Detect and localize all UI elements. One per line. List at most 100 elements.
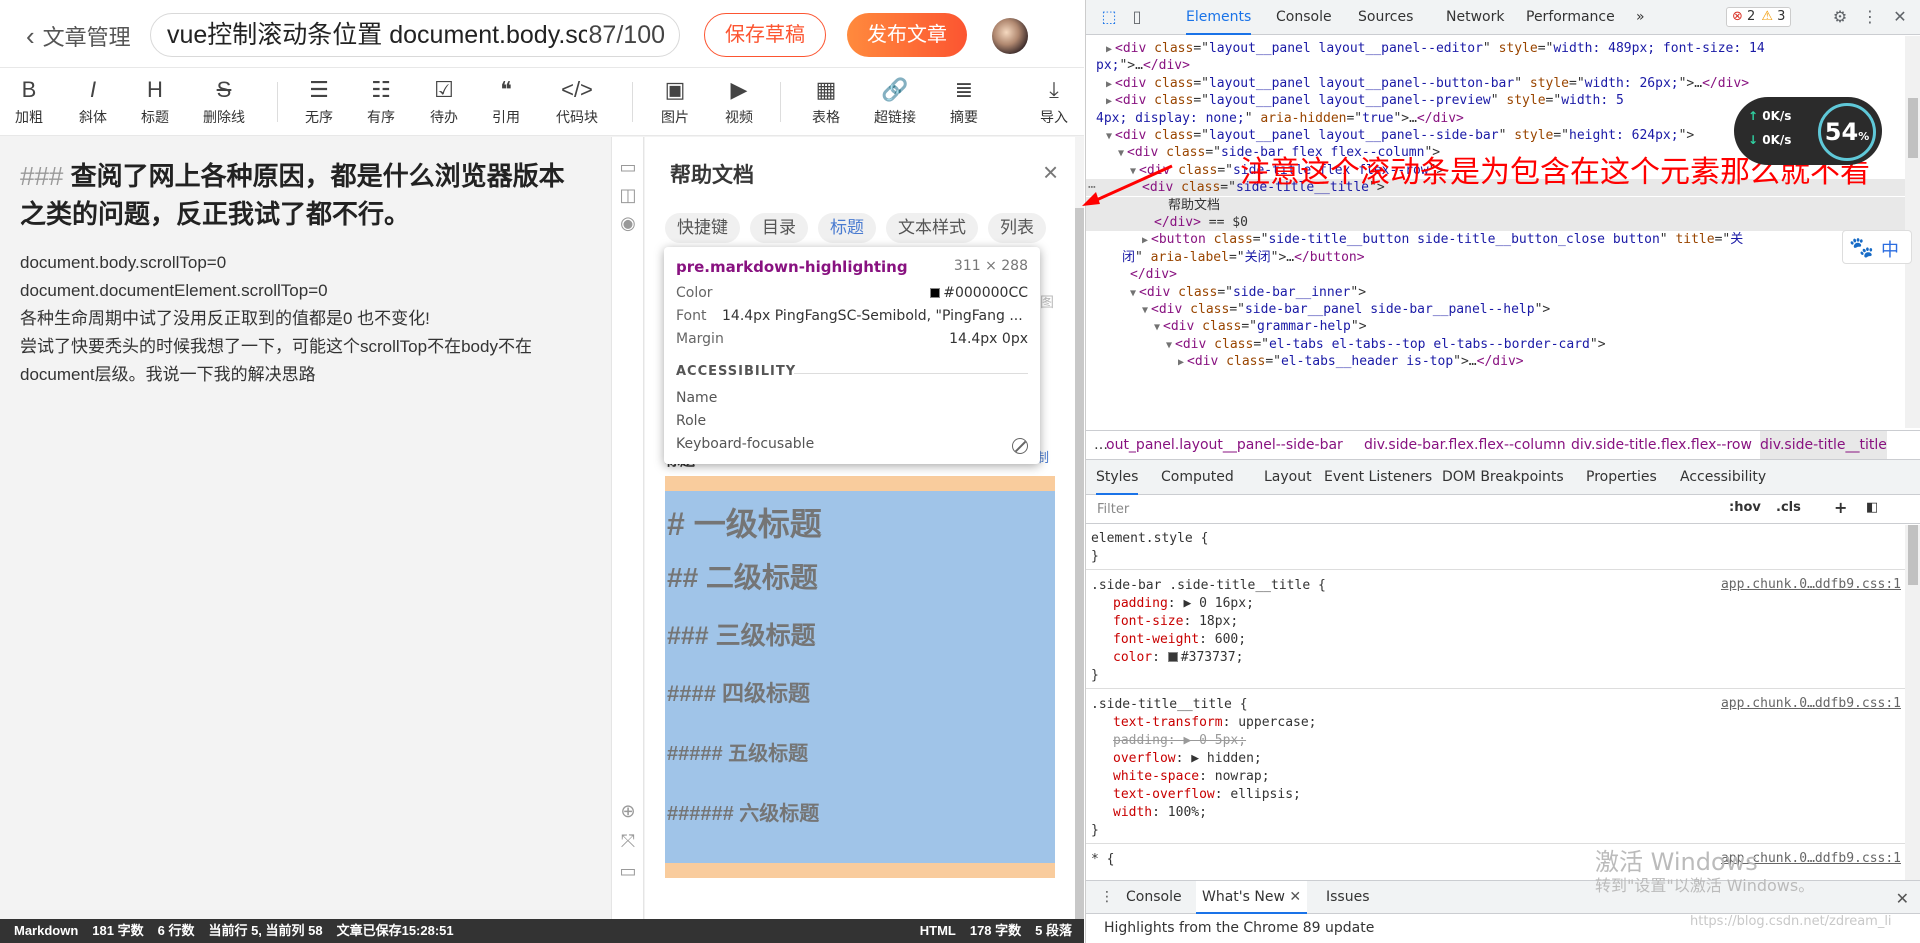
dom-node-selected[interactable]: </div> == $0 — [1086, 214, 1920, 231]
toolbar-button[interactable]: H 标题 — [141, 76, 169, 127]
expand-toggle-icon[interactable]: ▼ — [1106, 131, 1112, 142]
expand-toggle-icon[interactable]: ▼ — [1118, 148, 1124, 159]
close-icon[interactable]: ✕ — [1896, 889, 1909, 908]
css-declaration[interactable]: font-size: 18px; — [1113, 613, 1238, 631]
drawer-tab-issues[interactable]: Issues — [1326, 881, 1370, 914]
styles-pane[interactable]: element.style { } .side-bar .side-title_… — [1086, 525, 1920, 880]
help-tab[interactable]: 文本样式 — [886, 213, 978, 243]
toolbar-button[interactable]: ☑ 待办 — [430, 76, 458, 127]
css-declaration[interactable]: text-overflow: ellipsis; — [1113, 786, 1301, 804]
expand-toggle-icon[interactable]: ▼ — [1142, 305, 1148, 316]
breadcrumb-item[interactable]: out_panel.layout__panel--side-bar — [1106, 431, 1343, 459]
close-icon[interactable]: ✕ — [1289, 889, 1301, 905]
locate-icon[interactable]: ⊕ — [618, 801, 638, 821]
dom-node[interactable]: ▼ <div class="el-tabs el-tabs--top el-tab… — [1086, 336, 1606, 353]
tab-event-listeners[interactable]: Event Listeners — [1324, 460, 1432, 495]
dom-node[interactable]: ▼ <div class="side-bar__panel side-bar__p… — [1086, 301, 1550, 318]
toolbar-button[interactable]: ▦ 表格 — [812, 76, 840, 127]
toolbar-button[interactable]: ⤓ 导入 — [1040, 76, 1068, 127]
close-icon[interactable]: ✕ — [1891, 8, 1909, 26]
toolbar-button[interactable]: B 加粗 — [15, 76, 43, 127]
class-toggle-button[interactable]: .cls — [1776, 500, 1801, 515]
monitor-icon[interactable]: ▭ — [618, 861, 638, 881]
expand-toggle-icon[interactable]: ▶ — [1106, 44, 1112, 55]
eye-icon[interactable]: ◉ — [618, 213, 638, 233]
dom-node[interactable]: ▼ <div class="grammar-help"> — [1086, 318, 1367, 335]
drawer-tab-console[interactable]: Console — [1126, 881, 1182, 914]
inspect-element-icon[interactable]: ⬚ — [1100, 8, 1118, 26]
toolbar-button[interactable]: 🔗 超链接 — [874, 76, 916, 127]
dom-node[interactable]: 闭" aria-label="关闭">…</button> — [1086, 249, 1365, 266]
scrollbar-thumb[interactable] — [1908, 525, 1918, 585]
expand-icon[interactable]: ⤧ — [618, 831, 638, 851]
drawer-tab-whats-new[interactable]: What's New ✕ — [1196, 881, 1308, 914]
device-toolbar-icon[interactable]: ▯ — [1128, 8, 1146, 26]
expand-toggle-icon[interactable]: ▼ — [1166, 340, 1172, 351]
breadcrumb-item[interactable]: div.side-title.flex.flex--row — [1571, 431, 1752, 459]
markdown-editor[interactable]: ### 查阅了网上各种原因，都是什么浏览器版本之类的问题，反正我试了都不行。 d… — [0, 137, 610, 919]
help-panel-scrollbar[interactable] — [1075, 208, 1084, 919]
kebab-menu-icon[interactable]: ⋮ — [1861, 8, 1879, 26]
dom-tree[interactable]: ▶ <div class="layout__panel layout__panel… — [1086, 36, 1920, 428]
more-tabs-icon[interactable]: » — [1636, 0, 1645, 35]
tab-elements[interactable]: Elements — [1186, 0, 1252, 35]
toolbar-button[interactable]: ☷ 有序 — [367, 76, 395, 127]
dom-node[interactable]: ▶ <button class="side-title__button side-… — [1086, 231, 1743, 248]
toolbar-button[interactable]: S 删除线 — [203, 76, 245, 127]
toolbar-button[interactable]: I 斜体 — [79, 76, 107, 127]
expand-toggle-icon[interactable]: ▶ — [1106, 79, 1112, 90]
tab-layout[interactable]: Layout — [1264, 460, 1312, 495]
color-swatch-icon[interactable] — [1167, 652, 1178, 662]
css-source-link[interactable]: app.chunk.0…ddfb9.css:1 — [1721, 696, 1901, 711]
toolbar-button[interactable]: ☰ 无序 — [305, 76, 333, 127]
breadcrumb-item[interactable]: div.side-bar.flex.flex--column — [1364, 431, 1566, 459]
layout-icon[interactable]: ▭ — [618, 157, 638, 177]
styles-scrollbar[interactable] — [1905, 525, 1920, 880]
tab-performance[interactable]: Performance — [1526, 0, 1615, 35]
expand-toggle-icon[interactable]: ▶ — [1178, 357, 1184, 368]
tab-accessibility[interactable]: Accessibility — [1680, 460, 1766, 495]
back-button[interactable]: ‹ 文章管理 — [26, 20, 131, 52]
css-declaration-overridden[interactable]: padding: ▶ 0 5px; — [1113, 732, 1246, 750]
dom-node[interactable]: ▶ <div class="layout__panel layout__panel… — [1086, 40, 1765, 57]
dom-node[interactable]: ▶ <div class="layout__panel layout__panel… — [1086, 75, 1749, 92]
expand-toggle-icon[interactable]: ▶ — [1106, 96, 1112, 107]
dom-node[interactable]: ▶ <div class="layout__panel layout__panel… — [1086, 92, 1624, 109]
dom-node[interactable]: ▼ <div class="layout__panel layout__panel… — [1086, 127, 1694, 144]
hover-state-button[interactable]: :hov — [1729, 500, 1761, 515]
breadcrumb-item-active[interactable]: div.side-title__title — [1760, 431, 1887, 459]
css-declaration[interactable]: text-transform: uppercase; — [1113, 714, 1317, 732]
split-view-icon[interactable]: ◫ — [618, 185, 638, 205]
tab-console[interactable]: Console — [1276, 0, 1332, 35]
css-declaration[interactable]: padding: ▶ 0 16px; — [1113, 595, 1254, 613]
tab-properties[interactable]: Properties — [1586, 460, 1657, 495]
add-rule-icon[interactable]: + — [1834, 498, 1847, 517]
help-tab-active[interactable]: 标题 — [818, 213, 876, 243]
css-declaration[interactable]: color: #373737; — [1113, 649, 1243, 667]
help-tab[interactable]: 目录 — [750, 213, 808, 243]
css-source-link[interactable]: app.chunk.0…ddfb9.css:1 — [1721, 577, 1901, 592]
tab-dom-breakpoints[interactable]: DOM Breakpoints — [1442, 460, 1564, 495]
scrollbar-thumb[interactable] — [1908, 98, 1918, 158]
publish-button[interactable]: 发布文章 — [847, 13, 967, 57]
close-icon[interactable]: × — [1043, 159, 1058, 185]
avatar[interactable] — [992, 18, 1028, 54]
gear-icon[interactable]: ⚙ — [1831, 8, 1849, 26]
help-tab[interactable]: 快捷键 — [665, 213, 740, 243]
dom-node[interactable]: ▼ <div class="side-bar__inner"> — [1086, 284, 1366, 301]
dom-node[interactable]: </div> — [1086, 266, 1177, 283]
kebab-menu-icon[interactable]: ⋮ — [1100, 889, 1114, 905]
expand-toggle-icon[interactable]: ▼ — [1154, 322, 1160, 333]
dom-node[interactable]: 4px; display: none;" aria-hidden="true">… — [1086, 110, 1464, 127]
tab-sources[interactable]: Sources — [1358, 0, 1413, 35]
css-declaration[interactable]: width: 100%; — [1113, 804, 1207, 822]
css-declaration[interactable]: white-space: nowrap; — [1113, 768, 1270, 786]
toolbar-button[interactable]: ▣ 图片 — [661, 76, 689, 127]
expand-toggle-icon[interactable]: ▶ — [1142, 235, 1148, 246]
dom-node[interactable]: px;">…</div> — [1086, 57, 1190, 74]
dom-node[interactable]: ▶ <div class="el-tabs__header is-top">…</… — [1086, 353, 1524, 370]
issues-counter[interactable]: ⊗ 2 ⚠ 3 — [1726, 7, 1792, 27]
css-declaration[interactable]: overflow: ▶ hidden; — [1113, 750, 1262, 768]
ime-toolbar[interactable]: 🐾 中 — [1842, 230, 1912, 264]
article-title-input[interactable]: vue控制滚动条位置 document.body.scrollTop 87/10… — [150, 13, 680, 57]
